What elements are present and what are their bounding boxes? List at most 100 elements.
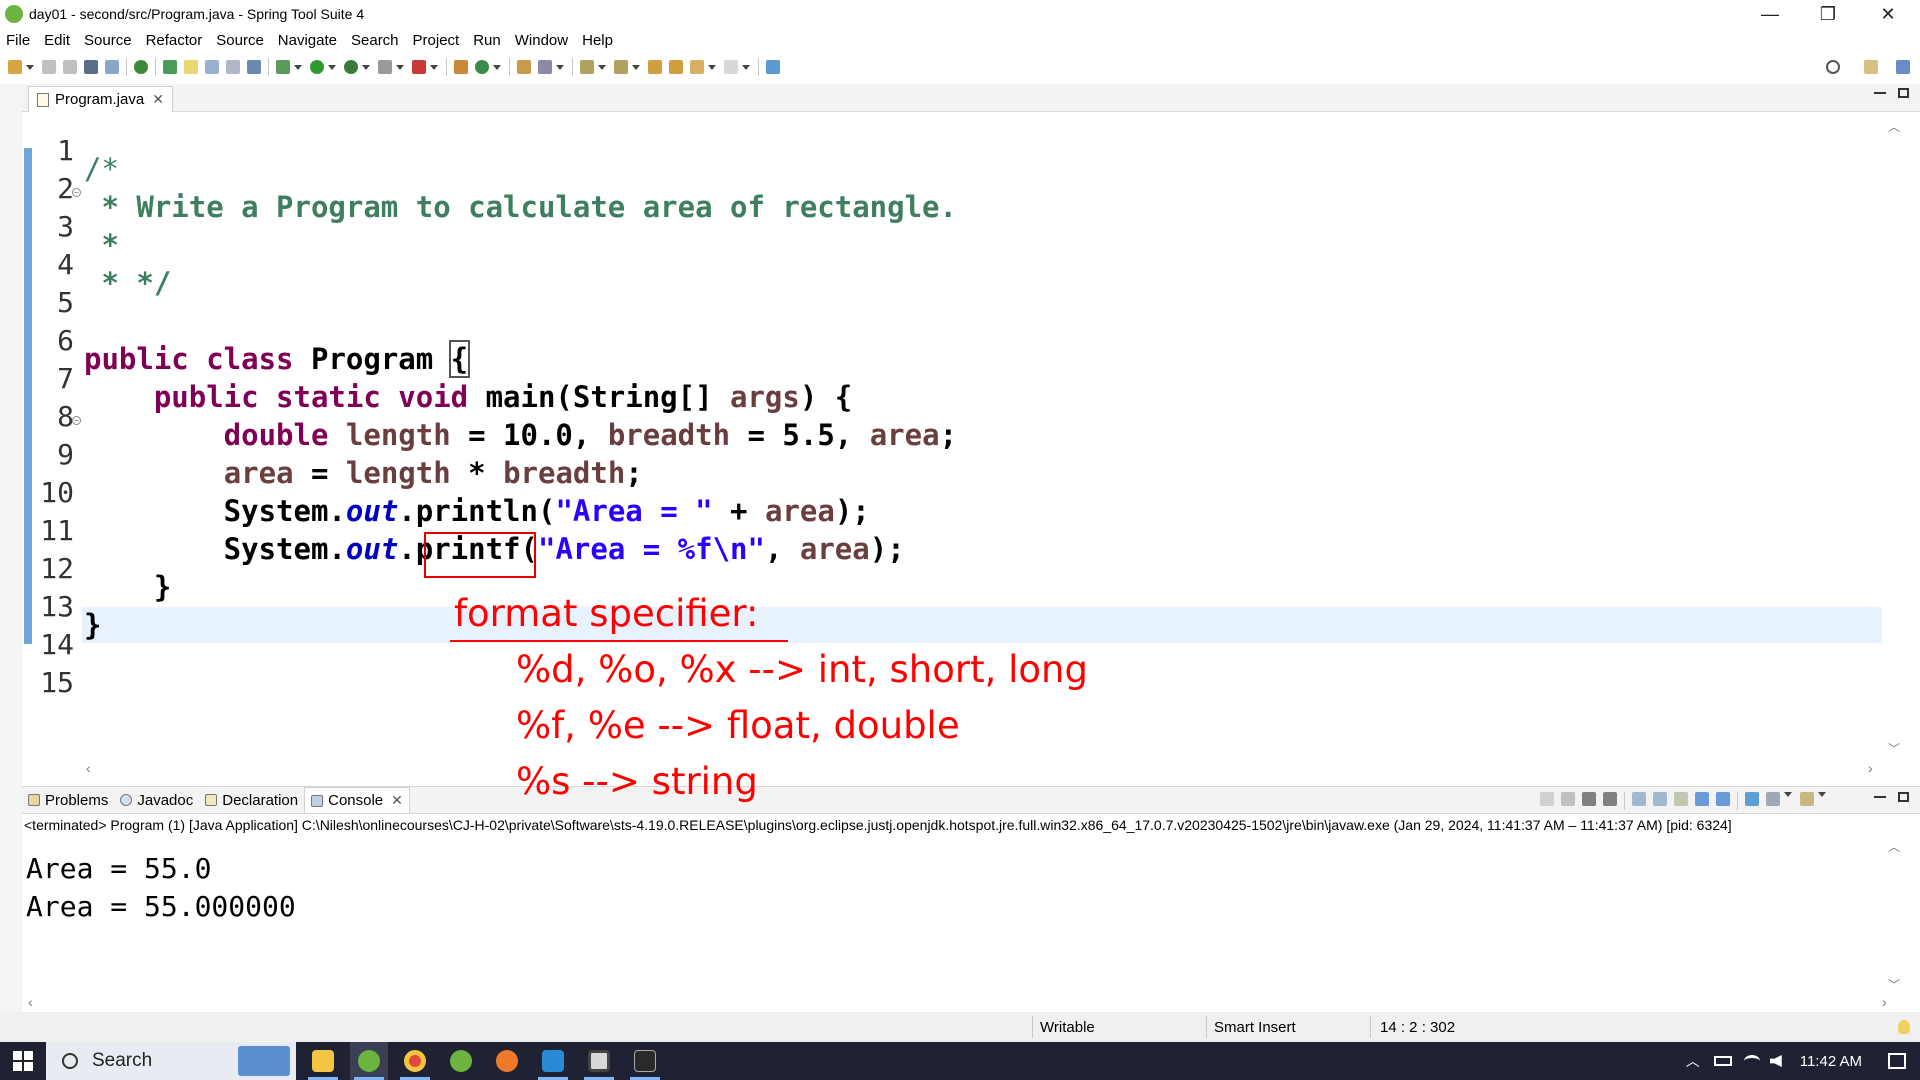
chevron-down-icon[interactable]: [493, 64, 501, 70]
app-window-icon[interactable]: [580, 1042, 618, 1080]
maximize-icon[interactable]: [1898, 88, 1909, 98]
taskbar-search[interactable]: Search: [46, 1042, 296, 1080]
chevron-down-icon[interactable]: [1784, 792, 1792, 797]
fold-toggle-icon[interactable]: −: [72, 416, 81, 425]
save-icon[interactable]: [42, 60, 56, 74]
word-wrap-icon[interactable]: [1674, 792, 1688, 806]
chevron-down-icon[interactable]: [328, 64, 336, 70]
terminal-icon[interactable]: [84, 60, 98, 74]
chrome-icon[interactable]: [396, 1042, 434, 1080]
chevron-down-icon[interactable]: [556, 64, 564, 70]
chevron-down-icon[interactable]: [362, 64, 370, 70]
scroll-up-icon[interactable]: ︿: [1888, 118, 1900, 135]
spring-tool-suite-icon[interactable]: [350, 1042, 388, 1080]
new-package-icon[interactable]: [454, 60, 468, 74]
boot-dashboard-icon[interactable]: [134, 60, 148, 74]
scroll-down-icon[interactable]: ﹀: [1888, 976, 1900, 993]
tab-console[interactable]: Console ✕: [304, 787, 410, 813]
search-files-icon[interactable]: [105, 60, 119, 74]
run-icon[interactable]: [310, 60, 324, 74]
scroll-right-icon[interactable]: ›: [1882, 994, 1887, 1010]
chevron-down-icon[interactable]: [26, 64, 34, 70]
scroll-left-icon[interactable]: ‹: [86, 760, 91, 776]
vscode-icon[interactable]: [534, 1042, 572, 1080]
terminate-icon[interactable]: [1561, 792, 1575, 806]
start-button[interactable]: [0, 1042, 46, 1080]
editor-vertical-scrollbar[interactable]: [1882, 112, 1900, 760]
chevron-down-icon[interactable]: [294, 64, 302, 70]
pen-icon[interactable]: [538, 60, 552, 74]
block-selection-icon[interactable]: [226, 60, 240, 74]
menu-source-2[interactable]: Source: [216, 32, 264, 49]
show-on-output-icon[interactable]: [1695, 792, 1709, 806]
pin-console-icon[interactable]: [1745, 792, 1759, 806]
scroll-down-icon[interactable]: ﹀: [1888, 740, 1900, 757]
editor-horizontal-scrollbar[interactable]: [82, 760, 1882, 778]
lightbulb-icon[interactable]: [1898, 1020, 1910, 1034]
close-icon[interactable]: ✕: [152, 91, 164, 108]
next-annotation-icon[interactable]: [580, 60, 594, 74]
external-tools-icon[interactable]: [412, 60, 426, 74]
console-output[interactable]: Area = 55.0 Area = 55.000000: [22, 836, 1902, 996]
spring-tool-suite-alt-icon[interactable]: [442, 1042, 480, 1080]
menu-file[interactable]: File: [6, 32, 30, 49]
previous-annotation-icon[interactable]: [614, 60, 628, 74]
menu-window[interactable]: Window: [515, 32, 568, 49]
save-all-icon[interactable]: [63, 60, 77, 74]
menu-source[interactable]: Source: [84, 32, 132, 49]
forward-edit-icon[interactable]: [669, 60, 683, 74]
scroll-lock-icon[interactable]: [1653, 792, 1667, 806]
remove-all-icon[interactable]: [1603, 792, 1617, 806]
minimize-button[interactable]: —: [1742, 0, 1798, 28]
menu-navigate[interactable]: Navigate: [278, 32, 337, 49]
menu-search[interactable]: Search: [351, 32, 399, 49]
close-button[interactable]: ✕: [1860, 0, 1916, 28]
notifications-icon[interactable]: [1888, 1053, 1906, 1069]
pin-editor-icon[interactable]: [766, 60, 780, 74]
back-icon[interactable]: [690, 60, 704, 74]
wifi-icon[interactable]: [1743, 1055, 1760, 1067]
mark-occurrences-icon[interactable]: [184, 60, 198, 74]
close-icon[interactable]: ✕: [391, 792, 403, 809]
search-icon[interactable]: [1826, 60, 1840, 74]
taskbar-clock[interactable]: 11:42 AM: [1800, 1053, 1862, 1070]
volume-icon[interactable]: [1769, 1055, 1782, 1067]
terminal-icon[interactable]: [626, 1042, 664, 1080]
menu-help[interactable]: Help: [582, 32, 613, 49]
link-icon[interactable]: [1540, 792, 1554, 806]
chevron-up-icon[interactable]: ︿: [1686, 1051, 1700, 1071]
tab-problems[interactable]: Problems: [22, 787, 114, 813]
remove-launch-icon[interactable]: [1582, 792, 1596, 806]
menu-run[interactable]: Run: [473, 32, 501, 49]
minimize-icon[interactable]: [1874, 796, 1886, 798]
chevron-down-icon[interactable]: [742, 64, 750, 70]
chevron-down-icon[interactable]: [708, 64, 716, 70]
chevron-down-icon[interactable]: [598, 64, 606, 70]
tab-javadoc[interactable]: Javadoc: [114, 787, 199, 813]
new-class-icon[interactable]: [475, 60, 489, 74]
display-console-icon[interactable]: [1766, 792, 1780, 806]
new-icon[interactable]: [8, 60, 22, 74]
debug-icon[interactable]: [276, 60, 290, 74]
coverage-icon[interactable]: [344, 60, 358, 74]
scroll-up-icon[interactable]: ︿: [1888, 838, 1900, 855]
maximize-icon[interactable]: [1898, 792, 1909, 802]
scroll-left-icon[interactable]: ‹: [28, 994, 33, 1010]
menu-refactor[interactable]: Refactor: [146, 32, 203, 49]
tab-program-java[interactable]: Program.java ✕: [28, 86, 173, 112]
java-perspective-icon[interactable]: [1896, 60, 1910, 74]
file-explorer-icon[interactable]: [304, 1042, 342, 1080]
open-type-icon[interactable]: [163, 60, 177, 74]
fold-toggle-icon[interactable]: −: [72, 188, 81, 197]
show-on-error-icon[interactable]: [1716, 792, 1730, 806]
tab-declaration[interactable]: Declaration: [199, 787, 304, 813]
scroll-right-icon[interactable]: ›: [1868, 760, 1873, 776]
open-perspective-icon[interactable]: [1864, 60, 1878, 74]
forward-icon[interactable]: [724, 60, 738, 74]
chevron-down-icon[interactable]: [430, 64, 438, 70]
minimize-icon[interactable]: [1874, 92, 1886, 94]
firefox-icon[interactable]: [488, 1042, 526, 1080]
chevron-down-icon[interactable]: [632, 64, 640, 70]
chevron-down-icon[interactable]: [1818, 792, 1826, 797]
open-folder-icon[interactable]: [517, 60, 531, 74]
